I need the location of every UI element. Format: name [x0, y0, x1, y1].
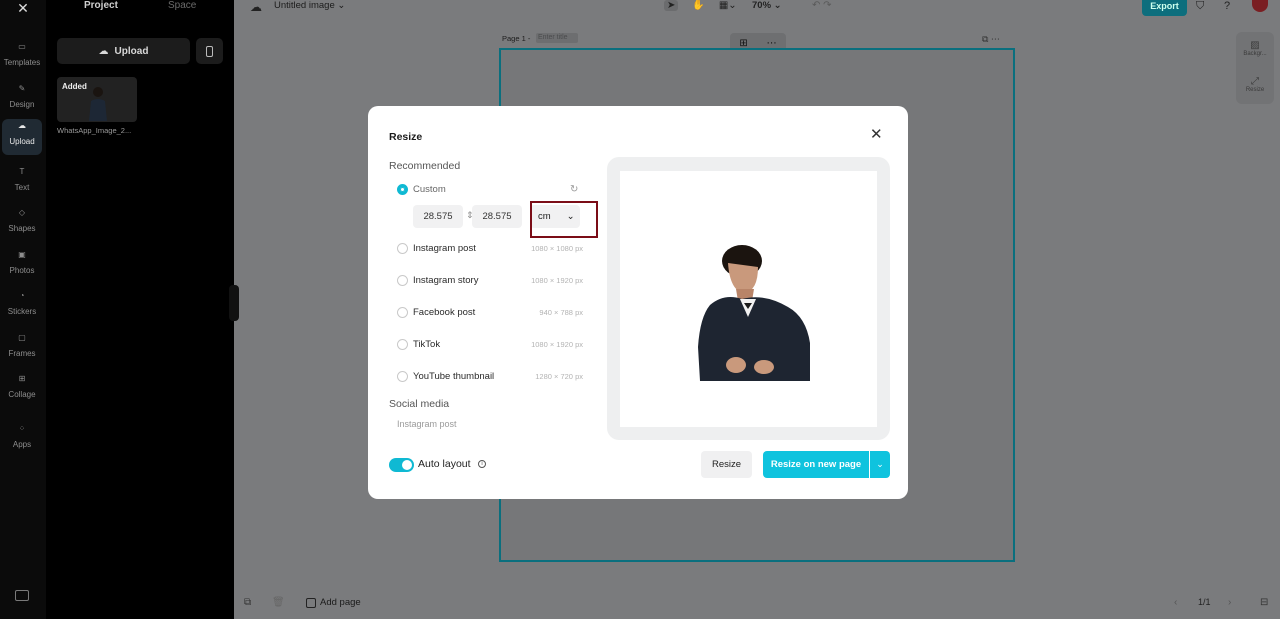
upload-icon: ☁	[18, 121, 26, 130]
next-page-icon[interactable]: ›	[1228, 597, 1231, 608]
radio-tiktok[interactable]	[397, 338, 408, 350]
add-page-icon	[306, 597, 316, 608]
keyboard-icon[interactable]	[15, 590, 29, 601]
bottom-bar: ⧉ 🗑 Add page ‹ 1/1 › ⊟	[234, 587, 1280, 619]
option-custom[interactable]: Custom	[397, 182, 583, 196]
export-button[interactable]: Export	[1142, 0, 1187, 16]
person-preview-image	[698, 245, 810, 381]
pages-panel-icon[interactable]: ⊟	[1260, 597, 1268, 608]
design-icon: ✎	[18, 84, 26, 93]
chevron-down-icon: ⌄	[876, 459, 884, 469]
option-tiktok[interactable]: TikTok 1080 × 1920 px	[397, 337, 583, 351]
radio-custom[interactable]	[397, 183, 408, 195]
canvas-tools: ➤ ✋ ▦⌄	[664, 0, 737, 11]
width-input[interactable]: 28.575	[413, 205, 463, 228]
resize-icon: ⤢	[1251, 76, 1259, 87]
preview-canvas	[620, 171, 877, 427]
shield-icon[interactable]: ⛉	[1196, 0, 1204, 13]
page-title-input[interactable]: Enter title	[536, 33, 578, 43]
left-rail: ✕ ▭ Templates ✎ Design ☁ Upload T Text ◇…	[0, 0, 46, 619]
radio-youtube-thumbnail[interactable]	[397, 370, 408, 382]
rail-item-frames[interactable]: ▢ Frames	[2, 331, 42, 367]
text-icon: T	[19, 167, 25, 176]
phone-upload-button[interactable]	[196, 38, 223, 64]
background-icon: ▨	[1250, 40, 1260, 51]
upload-button[interactable]: ☁ Upload	[57, 38, 190, 64]
add-page-button[interactable]: Add page	[306, 597, 361, 608]
add-image-icon[interactable]: ⊞	[739, 38, 747, 49]
help-icon[interactable]: ?	[1224, 0, 1230, 12]
asset-filename: WhatsApp_Image_2...	[57, 126, 132, 135]
person-thumbnail-image	[89, 87, 107, 121]
panel-collapse-handle[interactable]	[229, 285, 239, 321]
auto-layout-toggle[interactable]	[389, 458, 414, 472]
rail-item-design[interactable]: ✎ Design	[2, 82, 42, 118]
undo-redo-icon[interactable]: ↶ ↷	[812, 0, 832, 11]
rail-item-apps[interactable]: ⁘ Apps	[2, 422, 42, 458]
prev-page-icon[interactable]: ‹	[1174, 597, 1177, 608]
info-icon[interactable]: i	[478, 460, 486, 468]
tab-space[interactable]: Space	[168, 0, 196, 11]
collage-icon: ⊞	[18, 374, 26, 383]
auto-layout-label: Auto layout	[418, 458, 471, 470]
rail-item-photos[interactable]: ▣ Photos	[2, 248, 42, 284]
more-icon[interactable]: ⋯	[767, 38, 777, 49]
rail-item-upload[interactable]: ☁ Upload	[2, 119, 42, 155]
option-facebook-post[interactable]: Facebook post 940 × 788 px	[397, 305, 583, 319]
radio-instagram-story[interactable]	[397, 274, 408, 286]
social-option-instagram-post[interactable]: Instagram post	[397, 419, 457, 429]
resize-dialog: Resize ✕ Recommended Custom ↻ 28.575 ⇕ 2…	[368, 106, 908, 499]
resize-options-dropdown[interactable]: ⌄	[870, 451, 890, 478]
apps-icon: ⁘	[18, 424, 26, 433]
rail-item-stickers[interactable]: ◔ Stickers	[2, 289, 42, 325]
document-title[interactable]: Untitled image ⌄	[274, 0, 345, 11]
height-input[interactable]: 28.575	[472, 205, 522, 228]
option-youtube-thumbnail[interactable]: YouTube thumbnail 1280 × 720 px	[397, 369, 583, 383]
avatar[interactable]	[1252, 0, 1268, 12]
cloud-upload-icon: ☁	[98, 45, 109, 57]
phone-icon	[206, 45, 213, 57]
asset-panel: Project Space ☁ Upload Added WhatsApp_Im…	[46, 0, 234, 619]
page-options-icon[interactable]: ⧉ ⋯	[982, 34, 1000, 45]
page-label: Page 1 -	[502, 34, 531, 43]
background-tool[interactable]: ▨ Backgr...	[1236, 40, 1274, 57]
option-instagram-post[interactable]: Instagram post 1080 × 1080 px	[397, 241, 583, 255]
radio-facebook-post[interactable]	[397, 306, 408, 318]
radio-instagram-post[interactable]	[397, 242, 408, 254]
trash-icon[interactable]: 🗑	[272, 597, 285, 608]
top-bar: ☁ Untitled image ⌄ ➤ ✋ ▦⌄ 70% ⌄ ↶ ↷ Expo…	[234, 0, 1280, 24]
pointer-icon[interactable]: ➤	[664, 0, 679, 11]
templates-icon: ▭	[18, 42, 26, 51]
preview-frame	[607, 157, 890, 440]
resize-on-new-page-button[interactable]: Resize on new page	[763, 451, 869, 478]
frames-icon: ▢	[18, 333, 26, 342]
cloud-save-icon: ☁	[250, 0, 262, 14]
stickers-icon: ◔	[19, 291, 25, 300]
layers-icon[interactable]: ⧉	[244, 597, 251, 608]
tab-project[interactable]: Project	[84, 0, 118, 11]
page-counter: 1/1	[1198, 597, 1211, 607]
recommended-heading: Recommended	[389, 160, 461, 172]
resize-button[interactable]: Resize	[701, 451, 752, 478]
layout-icon[interactable]: ▦⌄	[719, 0, 737, 11]
shapes-icon: ◇	[18, 208, 26, 217]
rail-item-shapes[interactable]: ◇ Shapes	[2, 206, 42, 242]
added-badge: Added	[62, 82, 87, 91]
right-tools: ▨ Backgr... ⤢ Resize	[1236, 32, 1274, 104]
close-icon[interactable]: ✕	[870, 127, 883, 143]
dialog-title: Resize	[389, 131, 423, 143]
rail-item-collage[interactable]: ⊞ Collage	[2, 372, 42, 408]
rail-item-text[interactable]: T Text	[2, 165, 42, 201]
option-instagram-story[interactable]: Instagram story 1080 × 1920 px	[397, 273, 583, 287]
hand-icon[interactable]: ✋	[692, 0, 704, 11]
app-logo-icon[interactable]: ✕	[12, 0, 34, 16]
rail-item-templates[interactable]: ▭ Templates	[2, 40, 42, 76]
reset-icon[interactable]: ↻	[570, 184, 578, 195]
asset-thumbnail[interactable]: Added	[57, 77, 137, 122]
photos-icon: ▣	[18, 250, 26, 259]
zoom-level[interactable]: 70% ⌄	[752, 0, 782, 11]
resize-tool[interactable]: ⤢ Resize	[1236, 76, 1274, 93]
highlight-box	[530, 201, 598, 238]
social-media-heading: Social media	[389, 398, 450, 410]
